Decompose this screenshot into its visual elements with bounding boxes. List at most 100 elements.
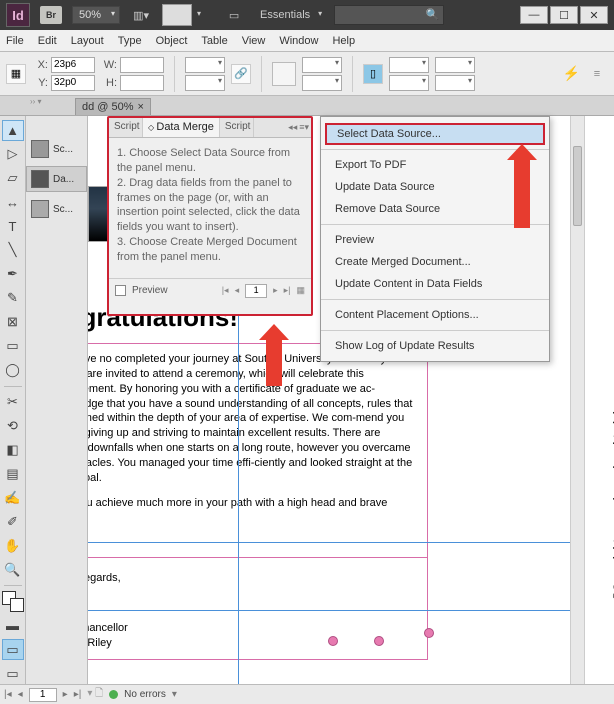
pencil-tool[interactable]: ✎ [2, 288, 24, 309]
scrollbar-thumb[interactable] [573, 146, 582, 226]
menu-window[interactable]: Window [279, 35, 318, 47]
fill-stroke-swatch[interactable] [2, 591, 24, 612]
menu-file[interactable]: File [6, 35, 24, 47]
menu-edit[interactable]: Edit [38, 35, 57, 47]
menu-select-data-source[interactable]: Select Data Source... [325, 123, 545, 145]
last-page-button[interactable]: ▸| [74, 689, 82, 700]
hand-tool[interactable]: ✋ [2, 535, 24, 556]
panel-tab-script[interactable]: Script [109, 118, 143, 137]
record-number-input[interactable]: 1 [245, 284, 267, 298]
preflight-menu-icon[interactable]: ▾ [172, 689, 177, 700]
view-options-icon[interactable]: ▥▾ [130, 4, 152, 26]
rectangle-tool[interactable]: ▭ [2, 336, 24, 357]
scale-x-combo[interactable] [185, 57, 225, 73]
gradient-swatch-tool[interactable]: ◧ [2, 440, 24, 461]
type-tool[interactable]: T [2, 216, 24, 237]
menu-content-placement-options[interactable]: Content Placement Options... [321, 304, 549, 326]
bridge-badge[interactable]: Br [40, 6, 62, 24]
fill-stroke-icon[interactable]: ▯ [363, 64, 383, 84]
tab-handle-icon[interactable]: ›› ▾ [30, 97, 42, 106]
menu-type[interactable]: Type [118, 35, 142, 47]
menu-table[interactable]: Table [201, 35, 227, 47]
opacity-combo[interactable] [435, 57, 475, 73]
effects-combo[interactable] [435, 75, 475, 91]
panel-strip: Sc... Da... Sc... [26, 116, 88, 684]
stroke-weight-combo[interactable] [389, 57, 429, 73]
arrange-documents-icon[interactable] [162, 4, 192, 26]
workspace-switcher[interactable]: Essentials [254, 7, 324, 23]
menu-help[interactable]: Help [332, 35, 355, 47]
window-minimize-button[interactable]: — [520, 6, 548, 24]
free-transform-tool[interactable]: ⟲ [2, 416, 24, 437]
page-tool[interactable]: ▱ [2, 168, 24, 189]
zoom-level-combo[interactable]: 50% [72, 6, 120, 24]
screen-mode-normal[interactable]: ▭ [2, 639, 24, 660]
body-text-frame[interactable]: You have no completed your journey at So… [88, 343, 428, 558]
selection-tool[interactable]: ▲ [2, 120, 24, 141]
overset-indicator[interactable] [374, 636, 384, 646]
x-input[interactable] [51, 57, 95, 73]
stroke-style-combo[interactable] [389, 75, 429, 91]
preflight-errors-label[interactable]: No errors [124, 689, 166, 700]
menu-preview[interactable]: Preview [321, 229, 549, 251]
page-number-input[interactable]: 1 [29, 688, 57, 702]
scissors-tool[interactable]: ✂ [2, 392, 24, 413]
overset-indicator[interactable] [328, 636, 338, 646]
direct-selection-tool[interactable]: ▷ [2, 144, 24, 165]
screen-mode-icon[interactable]: ▭ [224, 5, 244, 25]
window-close-button[interactable]: ✕ [580, 6, 608, 24]
constrain-icon[interactable]: 🔗 [231, 64, 251, 84]
gap-tool[interactable]: ↔ [2, 192, 24, 213]
document-tab[interactable]: dd @ 50% × [75, 98, 151, 115]
panel-strip-script-label[interactable]: Sc... [26, 196, 87, 222]
y-input[interactable] [51, 75, 95, 91]
vertical-scrollbar[interactable] [570, 116, 584, 684]
panel-strip-scripts[interactable]: Sc... [26, 136, 87, 162]
menu-show-log[interactable]: Show Log of Update Results [321, 335, 549, 357]
panel-tab-data-merge[interactable]: ◇ Data Merge [143, 118, 220, 137]
zoom-tool[interactable]: 🔍 [2, 559, 24, 580]
panel-tab-scroll-icon[interactable]: ◂◂ [288, 122, 297, 133]
apply-color-icon[interactable]: ▬ [2, 615, 24, 636]
panel-menu-icon[interactable]: ≡▾ [299, 122, 309, 133]
first-record-button[interactable]: |◂ [222, 285, 229, 296]
w-input[interactable] [120, 57, 164, 73]
panel-tab-script-label[interactable]: Script [220, 118, 254, 137]
quick-apply-icon[interactable]: ⚡ [563, 65, 580, 82]
menu-update-content[interactable]: Update Content in Data Fields [321, 273, 549, 295]
line-tool[interactable]: ╲ [2, 240, 24, 261]
create-merged-button-icon[interactable]: ▦ [296, 285, 305, 296]
screen-mode-preview[interactable]: ▭ [2, 663, 24, 684]
eyedropper-tool[interactable]: ✐ [2, 511, 24, 532]
preflight-status-icon[interactable] [109, 690, 118, 699]
overset-indicator[interactable] [424, 628, 434, 638]
reference-point-icon[interactable]: ▦ [6, 64, 26, 84]
rectangle-frame-tool[interactable]: ⊠ [2, 312, 24, 333]
search-input[interactable]: 🔍 [334, 5, 444, 25]
next-page-button[interactable]: ▸ [63, 689, 68, 700]
next-record-button[interactable]: ▸ [273, 285, 278, 296]
menu-layout[interactable]: Layout [71, 35, 104, 47]
prev-record-button[interactable]: ◂ [235, 285, 240, 296]
window-maximize-button[interactable]: ☐ [550, 6, 578, 24]
preview-checkbox[interactable] [115, 285, 126, 296]
shear-combo[interactable] [302, 75, 342, 91]
prev-page-button[interactable]: ◂ [18, 689, 23, 700]
menu-create-merged-document[interactable]: Create Merged Document... [321, 251, 549, 273]
control-menu-icon[interactable]: ≡ [586, 63, 608, 85]
open-icon[interactable]: ▾ 🗋 [87, 686, 103, 703]
last-record-button[interactable]: ▸| [284, 285, 291, 296]
ellipse-tool[interactable]: ◯ [2, 360, 24, 381]
menu-object[interactable]: Object [156, 35, 188, 47]
pen-tool[interactable]: ✒ [2, 264, 24, 285]
gradient-feather-tool[interactable]: ▤ [2, 464, 24, 485]
panel-strip-data-merge[interactable]: Da... [26, 166, 87, 192]
rotate-combo[interactable] [302, 57, 342, 73]
first-page-button[interactable]: |◂ [4, 689, 12, 700]
document-tab-close-icon[interactable]: × [138, 101, 144, 113]
text-wrap-icon[interactable] [272, 62, 296, 86]
menu-view[interactable]: View [242, 35, 266, 47]
note-tool[interactable]: ✍ [2, 487, 24, 508]
scale-y-combo[interactable] [185, 75, 225, 91]
h-input[interactable] [120, 75, 164, 91]
